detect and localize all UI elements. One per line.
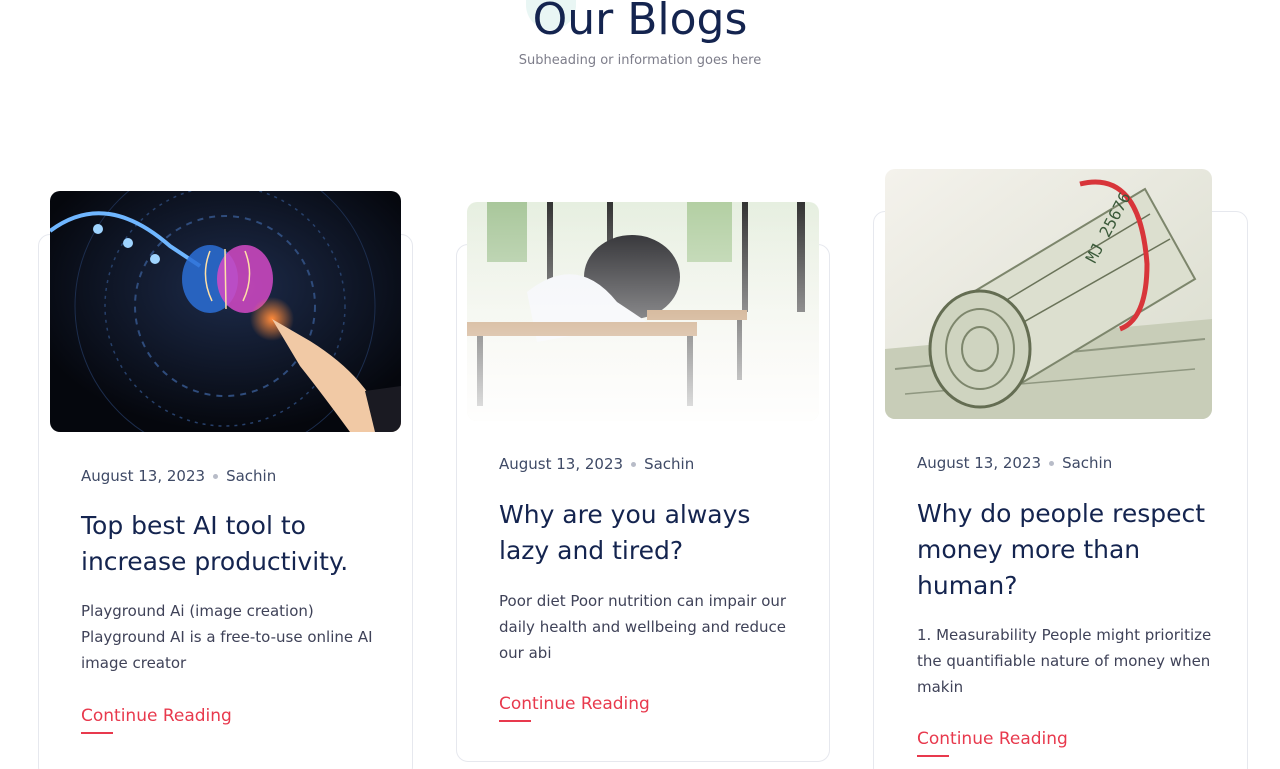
continue-reading-link[interactable]: Continue Reading bbox=[499, 694, 650, 714]
section-subtitle: Subheading or information goes here bbox=[518, 53, 762, 68]
blog-image-rolled-money[interactable]: MJ 25676 bbox=[885, 169, 1212, 419]
post-date: August 13, 2023 bbox=[917, 454, 1042, 472]
post-meta: August 13, 2023 Sachin bbox=[81, 467, 276, 485]
post-author-link[interactable]: Sachin bbox=[1062, 454, 1112, 472]
blog-image-sleeping-student[interactable] bbox=[467, 202, 819, 421]
meta-separator-dot bbox=[1049, 461, 1055, 466]
post-excerpt: 1. Measurability People might prioritize… bbox=[917, 626, 1212, 696]
post-meta: August 13, 2023 Sachin bbox=[917, 454, 1112, 472]
post-author-link[interactable]: Sachin bbox=[226, 467, 276, 485]
meta-separator-dot bbox=[631, 462, 637, 467]
post-excerpt: Playground Ai (image creation) Playgroun… bbox=[81, 602, 373, 672]
post-meta: August 13, 2023 Sachin bbox=[499, 455, 694, 473]
blog-section: Our Blogs Subheading or information goes… bbox=[0, 0, 1280, 769]
link-underline bbox=[499, 720, 531, 722]
continue-reading-link[interactable]: Continue Reading bbox=[81, 706, 232, 726]
post-title-link[interactable]: Why are you always lazy and tired? bbox=[499, 497, 789, 569]
post-date: August 13, 2023 bbox=[81, 467, 206, 485]
section-title: Our Blogs bbox=[532, 0, 748, 45]
link-underline bbox=[81, 732, 113, 734]
post-excerpt: Poor diet Poor nutrition can impair our … bbox=[499, 592, 787, 662]
continue-reading-link[interactable]: Continue Reading bbox=[917, 729, 1068, 749]
post-title-link[interactable]: Top best AI tool to increase productivit… bbox=[81, 508, 381, 580]
meta-separator-dot bbox=[213, 474, 219, 479]
post-date: August 13, 2023 bbox=[499, 455, 624, 473]
blog-image-ai-brain[interactable] bbox=[50, 191, 401, 432]
post-author-link[interactable]: Sachin bbox=[644, 455, 694, 473]
link-underline bbox=[917, 755, 949, 757]
post-title-link[interactable]: Why do people respect money more than hu… bbox=[917, 496, 1217, 604]
